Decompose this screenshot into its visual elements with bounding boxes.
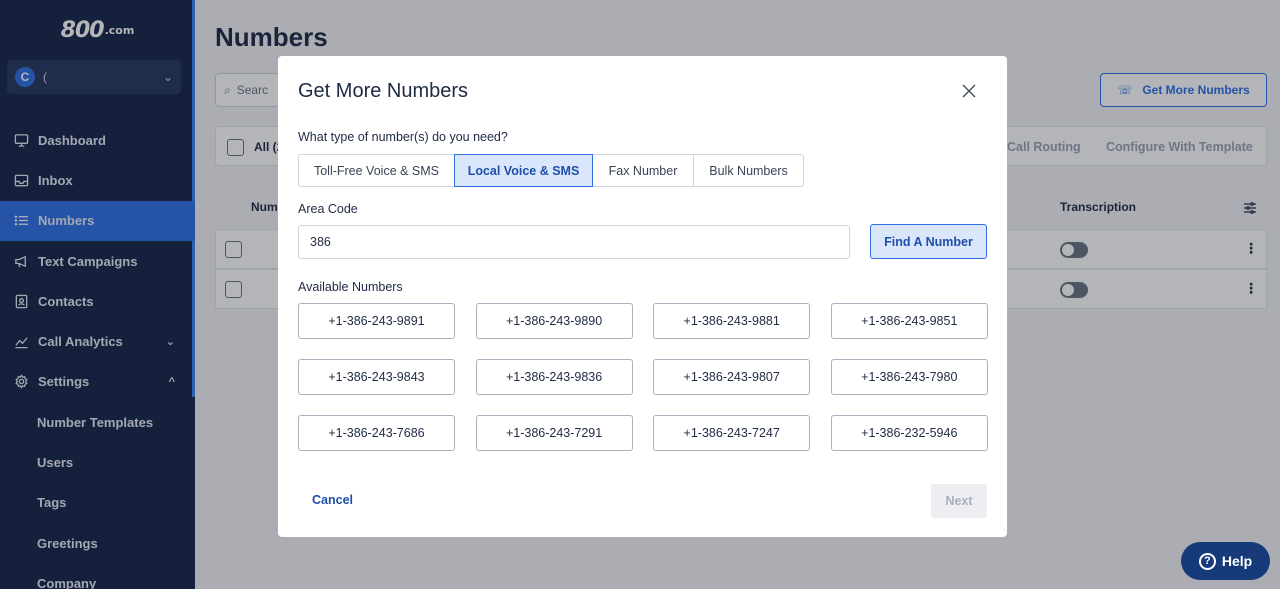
type-option-bulk[interactable]: Bulk Numbers bbox=[693, 154, 804, 187]
type-option-local[interactable]: Local Voice & SMS bbox=[454, 154, 593, 187]
number-option[interactable]: +1-386-243-9890 bbox=[475, 303, 633, 339]
number-type-question: What type of number(s) do you need? bbox=[298, 130, 508, 144]
number-option[interactable]: +1-386-243-9881 bbox=[653, 303, 811, 339]
number-option[interactable]: +1-386-243-9851 bbox=[830, 303, 988, 339]
area-code-input[interactable]: 386 bbox=[298, 225, 850, 259]
number-option[interactable]: +1-386-243-7247 bbox=[653, 415, 811, 451]
number-option[interactable]: +1-386-243-7980 bbox=[830, 359, 988, 395]
type-option-fax[interactable]: Fax Number bbox=[592, 154, 694, 187]
number-option[interactable]: +1-386-243-9891 bbox=[298, 303, 455, 339]
close-icon[interactable] bbox=[960, 82, 978, 100]
area-code-label: Area Code bbox=[298, 202, 358, 216]
available-numbers-label: Available Numbers bbox=[298, 280, 403, 294]
find-number-button[interactable]: Find A Number bbox=[870, 224, 987, 259]
next-button[interactable]: Next bbox=[931, 484, 987, 518]
modal-title: Get More Numbers bbox=[298, 80, 469, 102]
number-option[interactable]: +1-386-243-7686 bbox=[298, 415, 455, 451]
help-button[interactable]: ? Help bbox=[1181, 542, 1270, 580]
number-option[interactable]: +1-386-232-5946 bbox=[830, 415, 988, 451]
available-numbers-grid: +1-386-243-9891 +1-386-243-9890 +1-386-2… bbox=[298, 303, 988, 451]
help-label: Help bbox=[1221, 553, 1253, 569]
number-option[interactable]: +1-386-243-9807 bbox=[653, 359, 811, 395]
number-option[interactable]: +1-386-243-9836 bbox=[475, 359, 633, 395]
cancel-button[interactable]: Cancel bbox=[312, 493, 353, 507]
number-option[interactable]: +1-386-243-7291 bbox=[475, 415, 633, 451]
number-type-selector: Toll-Free Voice & SMS Local Voice & SMS … bbox=[298, 154, 804, 187]
get-more-numbers-modal: Get More Numbers What type of number(s) … bbox=[278, 56, 1007, 537]
type-option-toll-free[interactable]: Toll-Free Voice & SMS bbox=[298, 154, 455, 187]
number-option[interactable]: +1-386-243-9843 bbox=[298, 359, 455, 395]
question-icon: ? bbox=[1198, 552, 1216, 570]
